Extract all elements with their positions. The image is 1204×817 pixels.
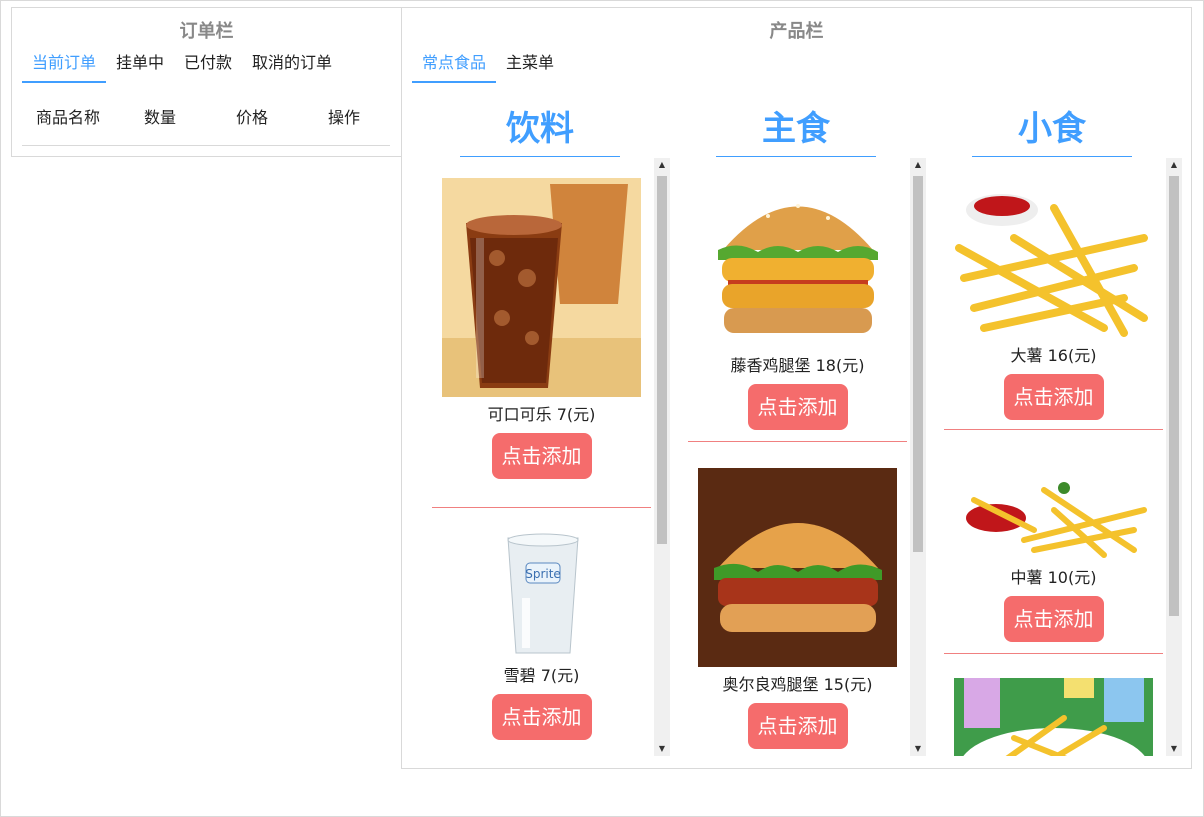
medium-fries-image [954,470,1153,560]
order-tabs: 当前订单 挂单中 已付款 取消的订单 [22,51,342,83]
product-name-price: 藤香鸡腿堡 18(元) [730,356,865,375]
tab-current-orders[interactable]: 当前订单 [22,51,107,83]
add-cola-button[interactable]: 点击添加 [491,433,592,479]
add-large-fries-button[interactable]: 点击添加 [1003,374,1104,420]
tab-paid-orders[interactable]: 已付款 [174,51,242,83]
add-sprite-button[interactable]: 点击添加 [491,694,592,740]
product-item: 奥尔良鸡腿堡 15(元) 点击添加 [688,442,907,756]
main-list[interactable]: 藤香鸡腿堡 18(元) 点击添加 奥尔良鸡腿堡 15(元) 点击添加 [678,158,924,756]
order-table-divider [22,145,390,146]
order-table-header: 商品名称 数量 价格 操作 [22,104,390,128]
snacks-scrollbar[interactable]: ▲ ▼ [1166,158,1182,756]
scroll-thumb[interactable] [1169,176,1179,616]
column-quantity: 数量 [143,108,176,127]
product-item: Sprite 雪碧 7(元) 点击添加 [432,508,651,756]
scroll-thumb[interactable] [913,176,923,552]
chicken-burger-image [698,168,897,348]
svg-text:Sprite: Sprite [525,567,561,581]
add-medium-fries-button[interactable]: 点击添加 [1003,596,1104,642]
cola-image [442,178,641,397]
category-snacks: 小食 大薯 16(元) 点击添加 中薯 10(元) 点击添加 ▲ ▼ [924,108,1182,768]
add-chicken-burger-button[interactable]: 点击添加 [747,384,848,430]
product-item: 中薯 10(元) 点击添加 [944,430,1163,654]
product-name-price: 大薯 16(元) [1010,346,1097,365]
product-panel-title: 产品栏 [769,21,824,42]
product-item: 大薯 16(元) 点击添加 [944,178,1163,430]
product-name-price: 中薯 10(元) [1010,568,1097,587]
fries-partial-image [954,678,1153,756]
scroll-up-icon[interactable]: ▲ [1166,158,1182,172]
product-panel: 产品栏 常点食品 主菜单 饮料 可口可乐 7(元) 点击添加 Sprite 雪碧… [401,7,1192,769]
column-action: 操作 [327,108,360,127]
column-price: 价格 [235,108,268,127]
category-title: 小食 [972,108,1132,157]
product-item [944,654,1163,756]
column-product-name: 商品名称 [35,108,100,127]
product-item: 藤香鸡腿堡 18(元) 点击添加 [688,168,907,442]
product-tabs: 常点食品 主菜单 [412,51,564,83]
category-drinks: 饮料 可口可乐 7(元) 点击添加 Sprite 雪碧 7(元) 点击添加 ▲ … [412,108,670,768]
orleans-burger-image [698,468,897,667]
large-fries-image [954,178,1153,338]
category-title: 主食 [716,108,876,157]
snacks-list[interactable]: 大薯 16(元) 点击添加 中薯 10(元) 点击添加 [934,158,1180,756]
tab-frequent-foods[interactable]: 常点食品 [412,51,497,83]
tab-cancelled-orders[interactable]: 取消的订单 [242,51,342,83]
drinks-list[interactable]: 可口可乐 7(元) 点击添加 Sprite 雪碧 7(元) 点击添加 [422,158,668,756]
tab-main-menu[interactable]: 主菜单 [496,51,564,83]
tab-pending-orders[interactable]: 挂单中 [106,51,174,83]
scroll-thumb[interactable] [657,176,667,544]
order-panel: 订单栏 当前订单 挂单中 已付款 取消的订单 商品名称 数量 价格 操作 [11,7,402,157]
product-name-price: 雪碧 7(元) [503,666,580,685]
product-name-price: 奥尔良鸡腿堡 15(元) [722,675,873,694]
order-panel-title: 订单栏 [179,21,234,42]
category-main: 主食 藤香鸡腿堡 18(元) 点击添加 奥尔良鸡腿堡 15(元) 点击添加 ▲ … [668,108,926,768]
category-title: 饮料 [460,108,620,157]
add-orleans-burger-button[interactable]: 点击添加 [747,703,848,749]
scroll-down-icon[interactable]: ▼ [1166,742,1182,756]
product-name-price: 可口可乐 7(元) [487,405,596,424]
sprite-glass-image: Sprite [442,528,641,658]
product-item: 可口可乐 7(元) 点击添加 [432,178,651,508]
